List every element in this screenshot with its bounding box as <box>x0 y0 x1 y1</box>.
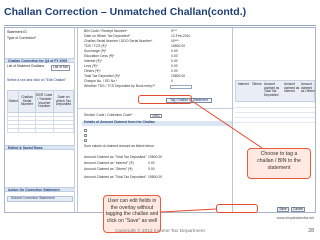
correction-type-label: Type of Correction* <box>7 36 37 40</box>
table-row[interactable] <box>6 128 74 133</box>
claim-value: 19800.00 <box>148 155 163 159</box>
section-code-select[interactable]: 194C <box>150 114 162 118</box>
correction-right-pane: Interest Others Amount claimed as Total … <box>233 28 315 212</box>
callout-line: challan / BIN to the <box>257 157 301 164</box>
callout-line: click on “Save” as well <box>106 217 158 224</box>
field-value[interactable]: 19800.00 <box>171 74 185 79</box>
screenshot-panel: Statement ID Type of Correction* Challan… <box>4 27 316 213</box>
column-header: Amount claimed as Interest <box>284 82 300 94</box>
book-entry-select[interactable] <box>170 85 192 89</box>
challan-table: Select Challan Serial Number BSR Code / … <box>6 90 74 133</box>
correction-left-pane: Statement ID Type of Correction* Challan… <box>5 28 75 212</box>
row-checkbox[interactable] <box>84 129 87 132</box>
overlay-divider <box>78 108 234 109</box>
matched-challans-label: List of Matched Challans <box>7 64 45 68</box>
callout-line: User can edit fields in <box>107 198 157 204</box>
column-header: BSR Code / Transfer Voucher Number <box>34 90 55 113</box>
edited-rows-band: Edited & Saved Rows <box>5 145 75 150</box>
claim-value: 0.00 <box>148 167 155 171</box>
page-number: 28 <box>308 228 314 234</box>
table-row[interactable] <box>235 114 315 118</box>
source-url: www.simpletaxindia.net <box>276 216 314 220</box>
section-code-label: Section Code / Collection Code* <box>84 113 133 117</box>
claim-value: 0.00 <box>148 161 155 165</box>
table-row[interactable] <box>235 104 315 108</box>
select-row-hint: Select a row and click on "Edit Challan" <box>7 78 67 82</box>
column-header: Challan Serial Number <box>18 90 36 113</box>
column-header: Amount claimed as Others <box>301 82 315 94</box>
cancel-button[interactable]: Cancel <box>291 207 305 212</box>
callout-line: tagging the challan and <box>105 211 159 218</box>
table-row[interactable] <box>235 109 315 113</box>
claim-label: Amount Claimed as "Total Tax Deposited" <box>84 175 147 179</box>
callout-line: Choose to tag a <box>260 151 298 157</box>
title-divider <box>4 25 316 26</box>
row-checkbox[interactable] <box>84 134 87 137</box>
column-header: Select <box>6 90 20 113</box>
right-table-header: Interest Others Amount claimed as Total … <box>235 80 315 102</box>
edit-fields-callout: User can edit fields in the overlay with… <box>103 195 161 233</box>
table-row[interactable] <box>235 119 315 123</box>
tag-challan-callout: Choose to tag a challan / BIN to the sta… <box>247 148 311 179</box>
claim-label: Amount Claimed as "Others" (₹) <box>84 167 133 171</box>
sum-claimed-label: Sum values of claimed amount as listed b… <box>84 144 155 148</box>
column-header: Amount claimed as Total Tax Deposited <box>264 82 280 97</box>
save-button[interactable]: Save <box>277 207 289 212</box>
edited-rows-band-label: Edited & Saved Rows <box>8 145 43 150</box>
challan-edit-overlay: BIN Code / Receipt Number* 0*** Date on … <box>77 28 234 212</box>
save-cancel-highlight <box>216 204 258 213</box>
claim-value: 19800.00 <box>148 175 163 179</box>
challan-correction-band: Challan Correction for Q4 of FY 2009 <box>5 58 75 63</box>
matched-challans-select[interactable]: List of Ma <box>51 65 70 71</box>
row-checkbox[interactable] <box>84 139 87 142</box>
statement-id-label: Statement ID <box>7 30 27 34</box>
submit-correction-button[interactable]: Submit Correction Statement <box>7 196 73 202</box>
slide-title: Challan Correction – Unmatched Challan(c… <box>4 6 247 18</box>
challan-correction-band-label: Challan Correction for Q4 of FY 2009 <box>8 58 68 63</box>
column-header: Date on which Tax Deposited <box>53 90 74 113</box>
column-header: Others <box>252 82 262 86</box>
callout-line: statement <box>267 164 291 171</box>
action-band: Action On Correction Statement <box>5 187 75 192</box>
column-header: Interest <box>238 82 249 86</box>
copyright-footer: Copyright © 2012 Income Tax Department <box>115 229 205 234</box>
amount-claimed-band: Details of Amount Claimed from the Chall… <box>82 120 232 126</box>
action-band-label: Action On Correction Statement <box>8 187 60 192</box>
tag-button-highlight <box>138 95 192 104</box>
claim-label: Amount Claimed as "Total Tax Deposited" <box>84 155 147 159</box>
field-label: Whether TDS / TCS Deposited by Book entr… <box>84 84 156 88</box>
field-value[interactable]: 0 <box>171 79 173 84</box>
claim-label: Amount Claimed as "Interest" (₹) <box>84 161 134 165</box>
